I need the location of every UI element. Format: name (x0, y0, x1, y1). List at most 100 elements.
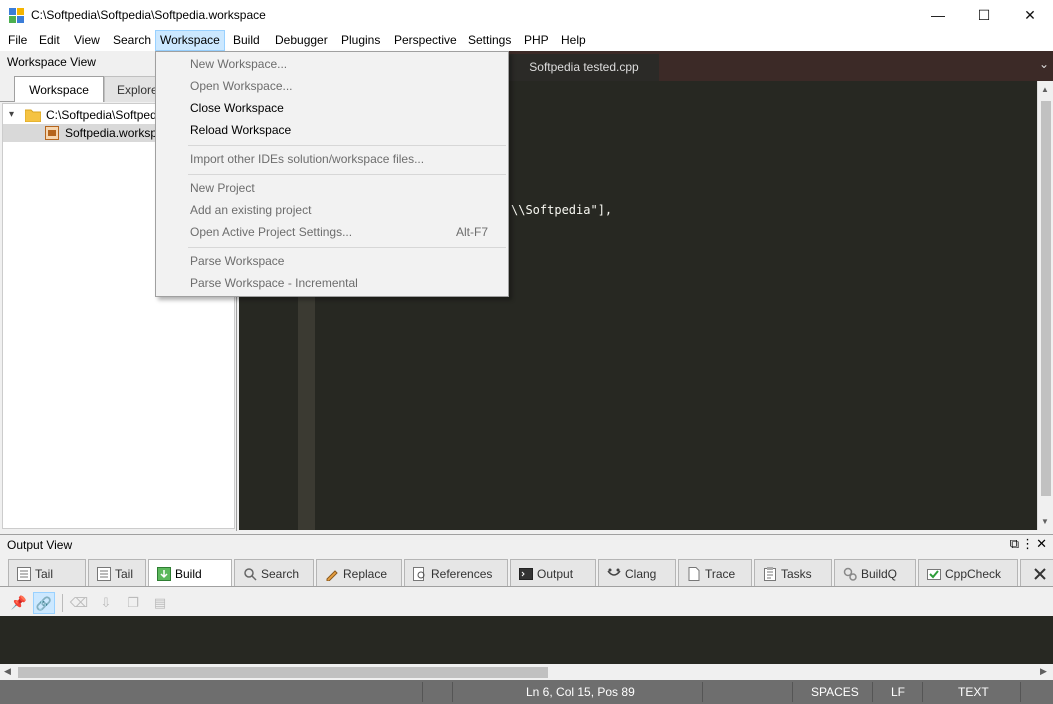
menu-item-parse-workspace[interactable]: Parse Workspace (190, 250, 284, 272)
output-icon (519, 568, 533, 580)
tab-tail-1[interactable]: Tail (8, 559, 86, 586)
indent-mode[interactable]: SPACES (811, 685, 859, 699)
menu-file[interactable]: File (3, 30, 32, 51)
menu-view[interactable]: View (69, 30, 105, 51)
workspace-file-icon (45, 126, 59, 140)
app-window: C:\Softpedia\Softpedia\Softpedia.workspa… (0, 0, 1053, 704)
status-separator (922, 682, 923, 702)
maximize-button[interactable]: ☐ (961, 0, 1007, 30)
file-mode[interactable]: TEXT (958, 685, 989, 699)
menu-separator (188, 174, 506, 175)
menu-bar: File Edit View Search Workspace Build De… (0, 30, 1053, 51)
paste-icon[interactable]: ▤ (149, 592, 171, 614)
tab-build[interactable]: Build (148, 559, 232, 586)
menu-item-parse-workspace-incremental[interactable]: Parse Workspace - Incremental (190, 272, 358, 294)
menu-debugger[interactable]: Debugger (270, 30, 333, 51)
tab-tasks[interactable]: Tasks (754, 559, 832, 586)
status-bar: Ln 6, Col 15, Pos 89 SPACES LF TEXT (0, 680, 1053, 704)
output-view-panel: Output View ⧉⋮✕ Tail Tail Build Search R… (0, 534, 1053, 681)
menu-settings[interactable]: Settings (463, 30, 516, 51)
status-separator (702, 682, 703, 702)
app-logo-icon (9, 8, 25, 24)
scroll-down-arrow-icon[interactable]: ▼ (1041, 517, 1049, 526)
menu-item-close-workspace[interactable]: Close Workspace (190, 97, 284, 119)
output-console[interactable] (0, 616, 1053, 664)
tab-references[interactable]: References (404, 559, 508, 586)
menu-help[interactable]: Help (556, 30, 591, 51)
output-view-header: Output View (7, 538, 73, 552)
tab-output[interactable]: Output (510, 559, 596, 586)
references-icon (413, 567, 425, 581)
status-separator (422, 682, 423, 702)
copy-icon[interactable]: ❐ (122, 592, 144, 614)
menu-edit[interactable]: Edit (34, 30, 65, 51)
clang-icon (607, 568, 621, 576)
status-separator (872, 682, 873, 702)
menu-workspace[interactable]: Workspace (155, 30, 225, 51)
tab-search[interactable]: Search (234, 559, 314, 586)
tab-trace[interactable]: Trace (678, 559, 752, 586)
output-tab-bar: Tail Tail Build Search Replace Reference… (0, 557, 1053, 587)
cursor-position: Ln 6, Col 15, Pos 89 (526, 685, 635, 699)
status-separator (792, 682, 793, 702)
title-bar: C:\Softpedia\Softpedia\Softpedia.workspa… (0, 0, 1053, 30)
scrollbar-thumb[interactable] (18, 667, 548, 678)
replace-icon (326, 570, 338, 581)
minimize-button[interactable]: — (915, 0, 961, 30)
buildq-icon (843, 567, 857, 581)
menu-item-new-workspace[interactable]: New Workspace... (190, 53, 287, 75)
menu-build[interactable]: Build (228, 30, 265, 51)
menu-separator (188, 247, 506, 248)
tab-cppcheck[interactable]: CppCheck (918, 559, 1018, 586)
output-toolbar: 📌 🔗 ⌫ ⇩ ❐ ▤ (0, 588, 1053, 616)
output-horizontal-scrollbar[interactable]: ◀ ▶ (0, 664, 1053, 681)
save-icon[interactable]: ⇩ (95, 592, 117, 614)
scrollbar-thumb[interactable] (1041, 101, 1051, 496)
menu-plugins[interactable]: Plugins (336, 30, 385, 51)
pin-icon[interactable]: 📌 (8, 592, 30, 614)
scroll-left-arrow-icon[interactable]: ◀ (4, 666, 11, 677)
clear-icon[interactable]: ⌫ (68, 592, 90, 614)
code-line: \\Softpedia"], (511, 203, 613, 217)
tab-overflow[interactable] (1020, 559, 1053, 586)
editor-tab-file[interactable]: Softpedia tested.cpp (509, 54, 659, 81)
menu-shortcut-label: Alt-F7 (456, 225, 489, 239)
menu-item-import-ide-files[interactable]: Import other IDEs solution/workspace fil… (190, 148, 424, 170)
tasks-icon (764, 567, 776, 581)
menu-item-new-project[interactable]: New Project (190, 177, 255, 199)
menu-search[interactable]: Search (108, 30, 156, 51)
close-panel-icon[interactable]: ✕ (1036, 536, 1049, 551)
close-window-button[interactable]: ✕ (1007, 0, 1053, 30)
status-separator (1020, 682, 1021, 702)
menu-item-open-project-settings[interactable]: Open Active Project Settings... (190, 221, 352, 243)
link-icon[interactable]: 🔗 (33, 592, 55, 614)
chevron-down-icon[interactable]: ⌄ (1039, 57, 1049, 71)
panel-menu-icon[interactable]: ⋮ (1021, 536, 1036, 551)
tab-buildq[interactable]: BuildQ (834, 559, 916, 586)
menu-item-open-workspace[interactable]: Open Workspace... (190, 75, 293, 97)
menu-item-add-existing-project[interactable]: Add an existing project (190, 199, 311, 221)
scroll-up-arrow-icon[interactable]: ▲ (1041, 85, 1049, 94)
tab-clang[interactable]: Clang (598, 559, 676, 586)
panel-controls: ⧉⋮✕ (1010, 536, 1049, 552)
tab-tail-2[interactable]: Tail (88, 559, 146, 586)
workspace-menu-dropdown: New Workspace... Open Workspace... Close… (155, 51, 509, 297)
menu-perspective[interactable]: Perspective (389, 30, 462, 51)
cppcheck-icon (927, 569, 941, 580)
menu-item-reload-workspace[interactable]: Reload Workspace (190, 119, 291, 141)
restore-panel-icon[interactable]: ⧉ (1010, 536, 1021, 551)
tab-replace[interactable]: Replace (316, 559, 402, 586)
menu-php[interactable]: PHP (519, 30, 554, 51)
tab-workspace[interactable]: Workspace (14, 76, 104, 102)
editor-vertical-scrollbar[interactable]: ▲ ▼ (1037, 81, 1053, 530)
chevron-down-icon[interactable]: ▾ (9, 106, 14, 124)
search-icon (244, 568, 257, 581)
toolbar-separator (62, 594, 63, 612)
menu-separator (188, 145, 506, 146)
tools-icon (1034, 568, 1046, 580)
trace-icon (688, 567, 700, 581)
line-ending[interactable]: LF (891, 685, 905, 699)
window-title: C:\Softpedia\Softpedia\Softpedia.workspa… (31, 8, 266, 22)
scroll-right-arrow-icon[interactable]: ▶ (1040, 666, 1047, 677)
workspace-view-header: Workspace View (7, 55, 96, 69)
